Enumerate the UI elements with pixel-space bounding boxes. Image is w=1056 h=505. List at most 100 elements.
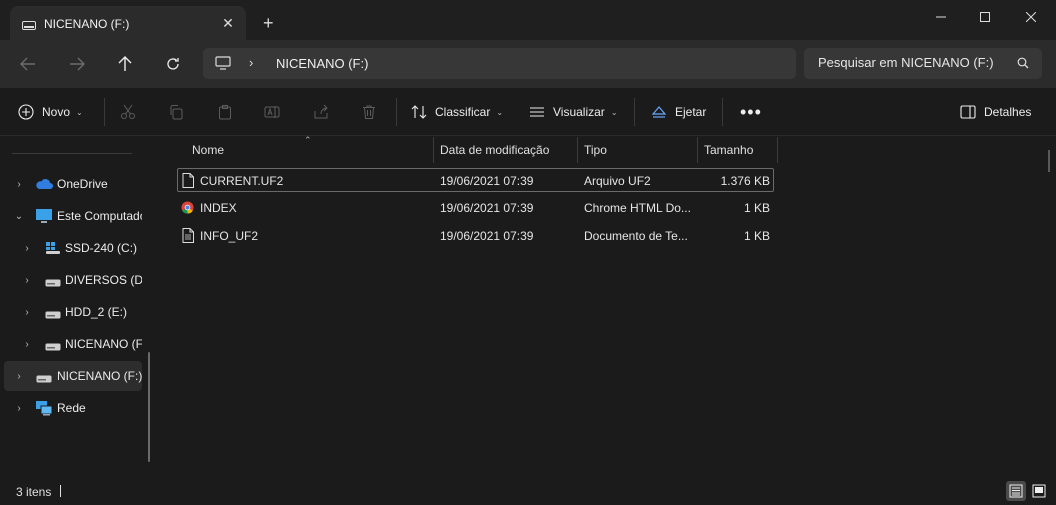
maximize-button[interactable] xyxy=(962,6,1008,28)
paste-button[interactable] xyxy=(217,88,233,136)
sidebar-item-onedrive[interactable]: › OneDrive xyxy=(4,169,142,199)
chevron-down-icon: ⌄ xyxy=(76,107,83,117)
sidebar-item-label: OneDrive xyxy=(57,177,108,191)
column-header-label: Tipo xyxy=(584,143,607,157)
refresh-button[interactable] xyxy=(161,52,185,76)
sidebar-item-label: Este Computador xyxy=(57,209,142,223)
chevron-down-icon: ⌄ xyxy=(496,107,504,117)
close-window-button[interactable] xyxy=(1008,6,1054,28)
tab-title: NICENANO (F:) xyxy=(44,17,130,31)
divider xyxy=(396,98,397,126)
tab-nicenano[interactable]: NICENANO (F:) ✕ xyxy=(10,6,246,40)
details-view-button[interactable] xyxy=(1006,481,1026,501)
view-button[interactable]: Visualizar ⌄ xyxy=(529,88,618,136)
sidebar-item-this-pc[interactable]: ⌄ Este Computador xyxy=(4,201,142,231)
sort-button-label: Classificar xyxy=(435,105,491,119)
sidebar-item-hdd-2[interactable]: › HDD_2 (E:) xyxy=(4,297,142,327)
up-button[interactable] xyxy=(113,52,137,76)
table-row[interactable]: INFO_UF2 19/06/2021 07:39 Documento de T… xyxy=(177,224,774,248)
status-bar: 3 itens xyxy=(0,477,1056,505)
copy-button[interactable] xyxy=(168,88,184,136)
new-tab-button[interactable]: + xyxy=(263,14,274,32)
address-bar[interactable]: › NICENANO (F:) xyxy=(203,48,796,79)
drive-icon xyxy=(45,308,61,322)
file-size: 1 KB xyxy=(743,201,770,215)
search-icon[interactable] xyxy=(1017,57,1029,72)
column-divider[interactable] xyxy=(433,137,434,163)
column-header-modified[interactable]: Data de modificação xyxy=(440,137,578,163)
share-icon xyxy=(314,104,328,119)
sidebar-item-label: HDD_2 (E:) xyxy=(65,305,128,319)
table-row[interactable]: CURRENT.UF2 19/06/2021 07:39 Arquivo UF2… xyxy=(177,168,774,192)
command-bar: Novo ⌄ Classificar ⌄ Visualizar ⌄ Ejetar… xyxy=(0,88,1056,136)
file-name: INFO_UF2 xyxy=(200,229,259,243)
eject-button[interactable]: Ejetar xyxy=(651,88,706,136)
share-button[interactable] xyxy=(313,88,329,136)
sidebar-item-network[interactable]: › Rede xyxy=(4,393,142,423)
minimize-button[interactable] xyxy=(918,6,964,28)
chevron-right-icon[interactable]: › xyxy=(22,339,32,350)
column-header-name[interactable]: Nome xyxy=(192,137,432,163)
file-name: CURRENT.UF2 xyxy=(200,174,284,188)
cut-button[interactable] xyxy=(120,88,136,136)
details-pane-icon xyxy=(960,105,976,119)
sort-button[interactable]: Classificar ⌄ xyxy=(411,88,503,136)
column-divider[interactable] xyxy=(577,137,578,163)
table-row[interactable]: INDEX 19/06/2021 07:39 Chrome HTML Do...… xyxy=(177,196,774,220)
chevron-right-icon[interactable]: › xyxy=(14,179,24,190)
details-button[interactable]: Detalhes xyxy=(960,88,1031,136)
view-lines-icon xyxy=(530,107,544,117)
chevron-down-icon: ⌄ xyxy=(610,107,618,117)
column-divider[interactable] xyxy=(777,137,778,163)
delete-button[interactable] xyxy=(361,88,377,136)
chevron-right-icon[interactable]: › xyxy=(14,371,24,382)
more-options-button[interactable]: ••• xyxy=(740,88,762,136)
column-divider[interactable] xyxy=(697,137,698,163)
column-header-label: Nome xyxy=(192,143,225,157)
computer-icon xyxy=(35,208,53,227)
sidebar-item-label: DIVERSOS (D:) xyxy=(65,273,142,287)
chevron-right-icon[interactable]: › xyxy=(22,307,32,318)
address-row: › NICENANO (F:) xyxy=(0,40,1056,88)
close-tab-icon[interactable]: ✕ xyxy=(220,15,236,31)
divider xyxy=(634,98,635,126)
chevron-right-icon[interactable]: › xyxy=(22,275,32,286)
sidebar-item-diversos[interactable]: › DIVERSOS (D:) xyxy=(4,265,142,295)
forward-button[interactable] xyxy=(65,52,89,76)
file-size: 1.376 KB xyxy=(720,174,770,188)
windows-drive-icon xyxy=(45,241,61,258)
column-header-size[interactable]: Tamanho xyxy=(704,137,776,163)
drive-icon xyxy=(45,340,61,354)
breadcrumb[interactable]: NICENANO (F:) xyxy=(276,56,368,71)
item-count: 3 itens xyxy=(16,485,52,499)
column-header-type[interactable]: Tipo xyxy=(584,137,696,163)
tiles-view-button[interactable] xyxy=(1029,481,1049,501)
sidebar-scrollbar[interactable] xyxy=(148,352,150,462)
chrome-icon xyxy=(181,201,194,217)
sidebar-item-ssd-240[interactable]: › SSD-240 (C:) xyxy=(4,233,142,263)
new-button-label: Novo xyxy=(42,105,71,119)
sidebar-item-nicenano[interactable]: › NICENANO (F:) xyxy=(4,361,142,391)
sidebar-item-nicenano-sub[interactable]: › NICENANO (F:) xyxy=(4,329,142,359)
eject-icon xyxy=(651,106,667,118)
rename-icon xyxy=(264,106,280,118)
chevron-down-icon[interactable]: ⌄ xyxy=(14,211,24,222)
network-icon xyxy=(35,400,53,419)
list-scrollbar[interactable] xyxy=(1048,150,1050,172)
sort-icon xyxy=(411,105,427,119)
drive-icon xyxy=(36,372,52,386)
details-button-label: Detalhes xyxy=(984,105,1032,119)
clipboard-icon xyxy=(219,105,231,120)
details-view-icon xyxy=(1009,484,1023,498)
chevron-right-icon: › xyxy=(249,55,254,70)
rename-button[interactable] xyxy=(264,88,280,136)
chevron-right-icon[interactable]: › xyxy=(22,243,32,254)
back-button[interactable] xyxy=(16,52,40,76)
view-button-label: Visualizar xyxy=(553,105,605,119)
large-icons-view-icon xyxy=(1032,484,1046,498)
chevron-right-icon[interactable]: › xyxy=(14,403,24,414)
onedrive-icon xyxy=(35,178,53,193)
search-input[interactable] xyxy=(818,55,1008,70)
sidebar-item-label: NICENANO (F:) xyxy=(57,369,142,383)
new-button[interactable]: Novo ⌄ xyxy=(18,88,83,136)
